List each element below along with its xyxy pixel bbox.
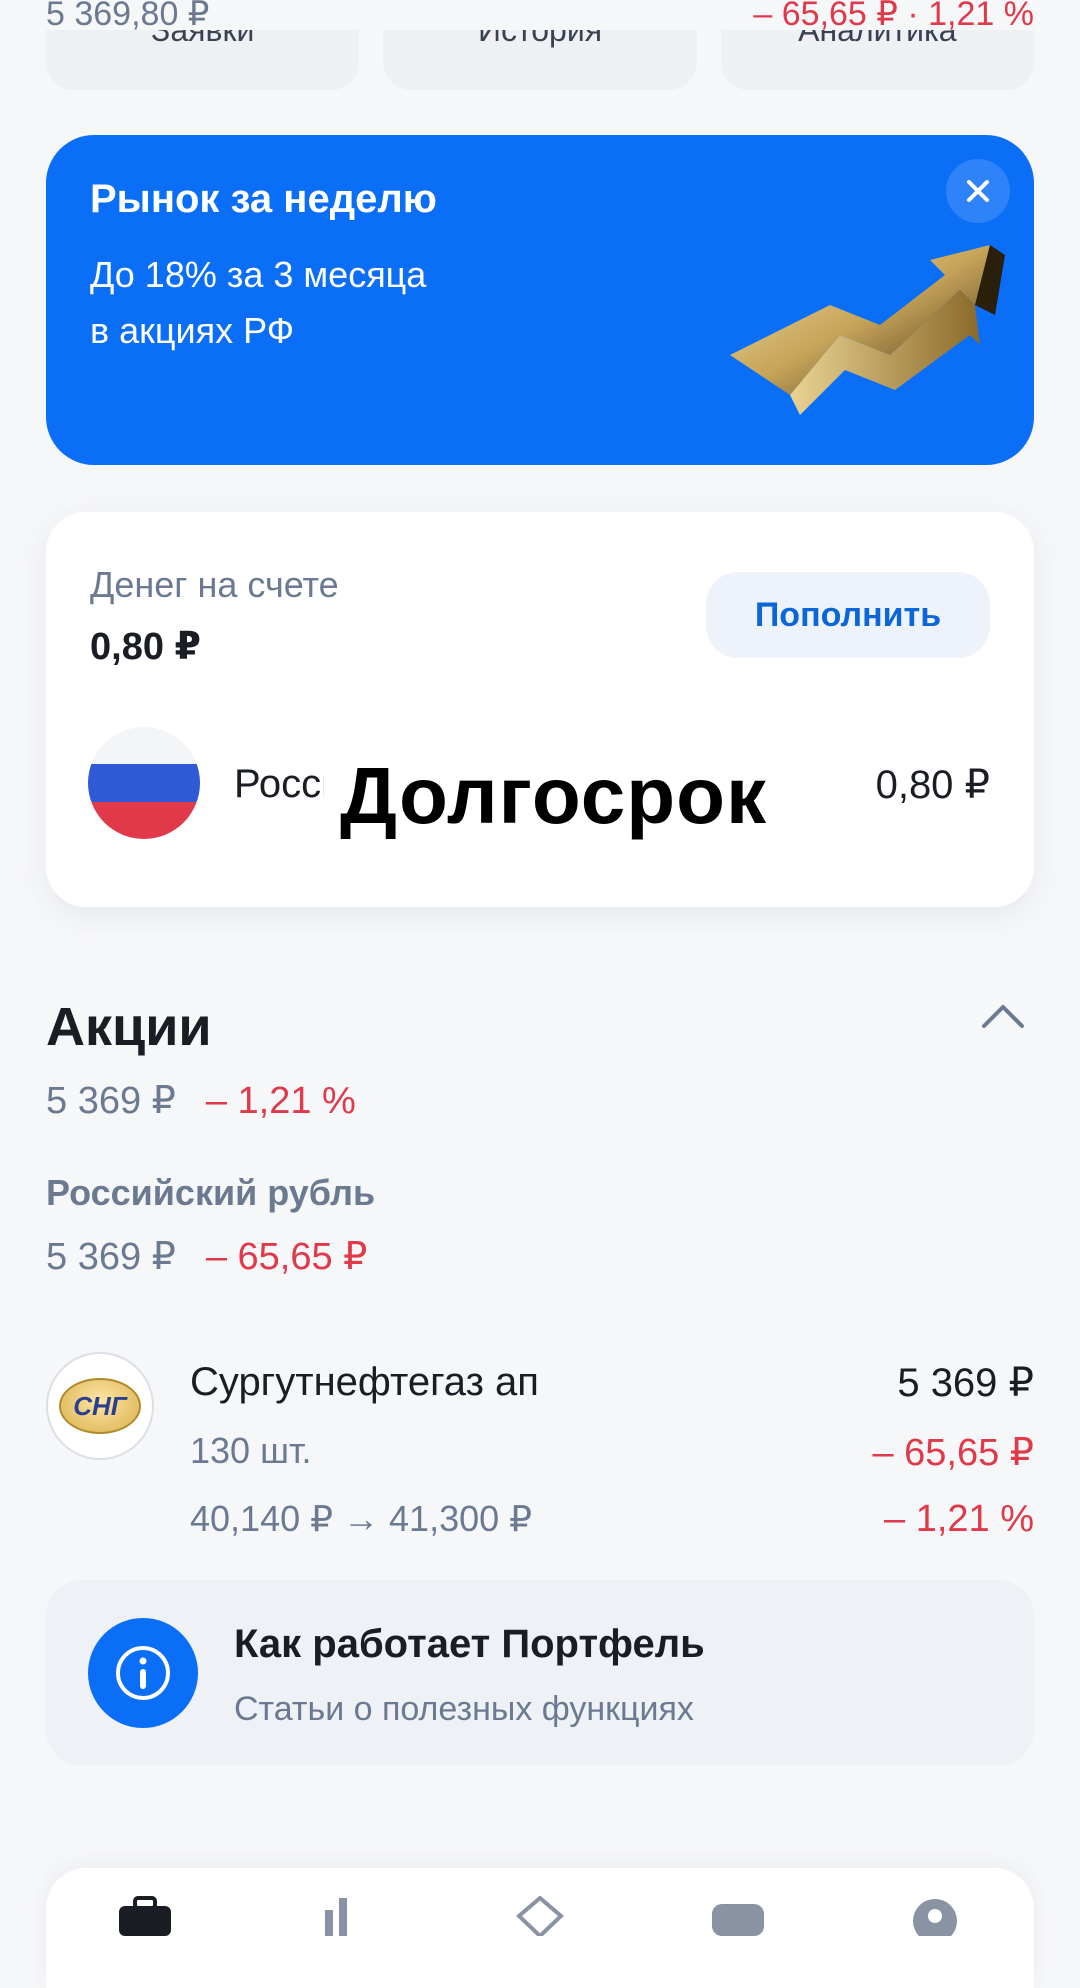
nav-profile[interactable] [900,1896,970,1966]
portfolio-help-card[interactable]: Как работает Портфель Статьи о полезных … [46,1580,1034,1766]
promo-line-1: До 18% за 3 месяца [90,254,427,295]
holding-name[interactable]: Сургутнефтегаз ап [190,1360,539,1405]
history-tile-label: История [477,30,603,48]
profile-icon [913,1899,958,1936]
collapse-button[interactable] [980,1000,1026,1035]
info-icon [88,1618,198,1728]
stocks-summary: 5 369 ₽ – 1,21 % [46,1078,356,1123]
close-icon [967,180,989,202]
stocks-section-title: Акции [46,997,212,1057]
bottom-navigation [46,1868,1034,1988]
portfolio-change: – 65,65 ₽ · 1,21 % [753,0,1034,33]
nav-market[interactable] [307,1896,377,1966]
holding-quantity: 130 шт. [190,1430,312,1471]
help-card-title: Как работает Портфель [234,1622,705,1666]
holding-change: – 65,65 ₽ [872,1432,1034,1474]
currency-group-title: Российский рубль [46,1172,376,1213]
overlay-title: Долгосрок [340,751,768,840]
stocks-change: – 1,21 % [205,1080,356,1122]
chat-icon [711,1904,764,1936]
stocks-total: 5 369 ₽ [46,1080,176,1122]
promo-line-2: в акциях РФ [90,310,295,351]
surgutneftegaz-logo: СНГ [46,1352,154,1460]
quick-actions: Заявки История Аналитика [46,30,1034,90]
orders-tile[interactable]: Заявки [46,30,360,90]
portfolio-icon [118,1896,171,1936]
info-glyph [116,1646,170,1700]
promo-title: Рынок за неделю [90,177,437,221]
promo-subtitle: До 18% за 3 месяца в акциях РФ [90,247,510,359]
diamond-icon [516,1896,564,1936]
orders-tile-label: Заявки [151,30,255,48]
growth-arrow-illustration [730,245,1005,415]
promo-close-button[interactable] [946,159,1010,223]
holding-price-range: 40,140 ₽ → 41,300 ₽ [190,1498,533,1539]
cash-label: Денег на счете [90,564,339,605]
nav-showcase[interactable] [505,1896,575,1966]
account-currency-name: Российский рубль [234,762,324,806]
account-currency-value: 0,80 ₽ [875,763,990,807]
holding-change-percent: – 1,21 % [884,1498,1034,1540]
holding-value: 5 369 ₽ [897,1361,1034,1405]
currency-change: – 65,65 ₽ [205,1236,368,1278]
cash-card: Денег на счете 0,80 ₽ Пополнить Российск… [46,512,1034,907]
analytics-tile[interactable]: Аналитика [720,30,1034,90]
nav-chat[interactable] [703,1896,773,1966]
promo-banner[interactable]: Рынок за неделю До 18% за 3 месяца в акц… [46,135,1034,465]
russia-flag-icon [88,727,200,839]
topup-button[interactable]: Пополнить [706,572,990,658]
logo-text: СНГ [73,1390,127,1421]
cash-amount: 0,80 ₽ [90,626,201,668]
portfolio-total: 5 369,80 ₽ [46,0,210,33]
help-card-subtitle: Статьи о полезных функциях [234,1690,694,1728]
nav-portfolio[interactable] [110,1896,180,1966]
currency-total: 5 369 ₽ [46,1236,176,1278]
chevron-up-icon [982,1005,1024,1028]
analytics-tile-label: Аналитика [798,30,957,48]
top-summary: 5 369,80 ₽ – 65,65 ₽ · 1,21 % [46,0,1034,33]
currency-group-summary: 5 369 ₽ – 65,65 ₽ [46,1234,367,1279]
history-tile[interactable]: История [383,30,697,90]
chart-icon [325,1898,348,1936]
